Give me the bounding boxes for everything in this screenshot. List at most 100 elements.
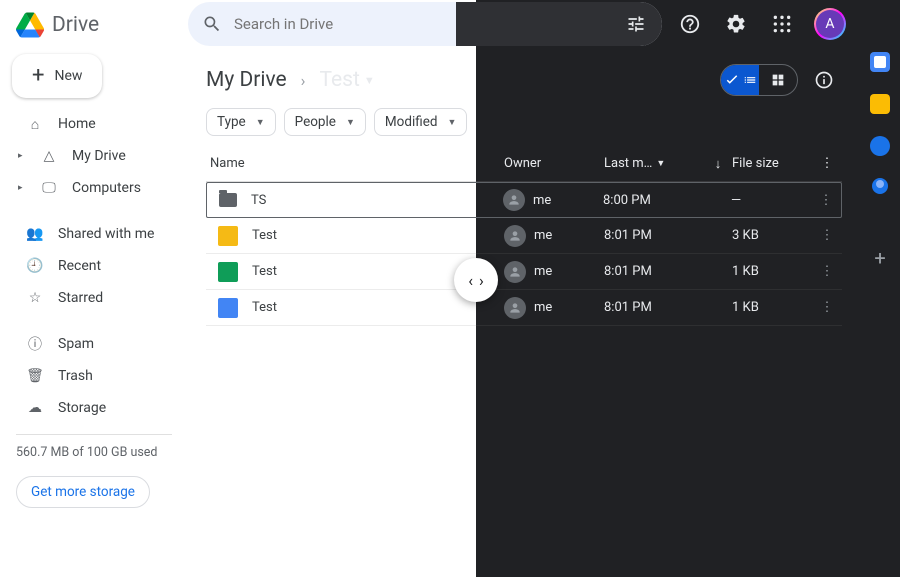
row-more-icon[interactable]: ⋮	[811, 193, 841, 208]
file-name: Test	[252, 228, 277, 243]
caret-down-icon: ▼	[364, 74, 375, 87]
chip-modified[interactable]: Modified▼	[374, 108, 468, 136]
settings-icon[interactable]	[718, 6, 754, 42]
drive-logo[interactable]: Drive	[0, 8, 188, 50]
owner-avatar	[503, 189, 525, 211]
chip-people[interactable]: People▼	[284, 108, 366, 136]
new-button-label: New	[54, 68, 82, 84]
filter-chips: Type▼ People▼ Modified▼	[206, 108, 842, 136]
col-modified[interactable]: Last m…▼	[604, 156, 704, 171]
table-row[interactable]: Testme8:01 PM1 KB⋮	[206, 290, 842, 326]
add-addon-icon[interactable]: +	[874, 246, 885, 270]
chevron-left-icon: ‹	[468, 271, 473, 290]
table-row[interactable]: Test me 8:01 PM3 KB⋮	[206, 218, 842, 254]
chip-type[interactable]: Type▼	[206, 108, 276, 136]
nav-recent[interactable]: 🕘Recent	[0, 250, 188, 282]
docs-icon	[218, 298, 238, 318]
file-name: Test	[252, 300, 277, 315]
nav-computers[interactable]: ▸🖵Computers	[0, 172, 188, 204]
caret-down-icon: ▼	[256, 117, 265, 128]
recent-icon: 🕘	[26, 258, 44, 274]
slides-icon	[218, 226, 238, 246]
expand-icon[interactable]: ▸	[18, 183, 26, 193]
table-row[interactable]: TS me 8:00 PM—⋮	[206, 182, 842, 218]
topbar: A	[188, 0, 860, 48]
owner-avatar	[504, 261, 526, 283]
owner-name: me	[533, 193, 551, 208]
modified-time: 8:01 PM	[604, 228, 732, 243]
nav-storage[interactable]: ☁Storage	[0, 392, 188, 424]
breadcrumb-current[interactable]: Test ▼	[319, 68, 374, 92]
calendar-app-icon[interactable]	[870, 52, 890, 72]
col-more-icon[interactable]: ⋮	[812, 156, 842, 171]
divider	[16, 434, 172, 435]
shared-icon: 👥	[26, 226, 44, 242]
expand-icon[interactable]: ▸	[18, 151, 26, 161]
chevron-right-icon: ›	[301, 71, 306, 90]
file-size: 1 KB	[732, 264, 812, 279]
col-size[interactable]: File size	[732, 156, 812, 171]
file-name: TS	[251, 193, 266, 208]
owner-avatar	[504, 225, 526, 247]
view-controls	[720, 62, 842, 98]
file-size: 3 KB	[732, 228, 812, 243]
info-icon[interactable]	[806, 62, 842, 98]
file-name: Test	[252, 264, 277, 279]
list-view-button[interactable]	[721, 65, 759, 95]
table-row[interactable]: Test me 8:01 PM1 KB⋮	[206, 254, 842, 290]
col-name[interactable]: Name	[206, 156, 504, 171]
owner-name: me	[534, 300, 552, 315]
sheets-icon	[218, 262, 238, 282]
col-owner[interactable]: Owner	[504, 156, 604, 171]
plus-icon: +	[32, 69, 44, 83]
nav-starred[interactable]: ☆Starred	[0, 282, 188, 314]
search-options-icon[interactable]	[626, 14, 646, 34]
breadcrumb-root[interactable]: My Drive	[206, 68, 287, 92]
theme-slider-handle[interactable]: ‹ ›	[454, 258, 498, 302]
nav-shared[interactable]: 👥Shared with me	[0, 218, 188, 250]
keep-app-icon[interactable]	[870, 94, 890, 114]
owner-avatar	[504, 297, 526, 319]
storage-usage: 560.7 MB of 100 GB used	[0, 441, 188, 464]
main: A My Drive › Test ▼ Type▼ People▼ Modifi…	[188, 0, 860, 577]
owner-name: me	[534, 264, 552, 279]
tasks-app-icon[interactable]	[870, 136, 890, 156]
sort-direction-icon[interactable]: ↓	[704, 156, 732, 172]
sidebar: Drive + New ⌂Home ▸△My Drive ▸🖵Computers…	[0, 0, 188, 577]
table-header: Name Owner Last m…▼ ↓ File size ⋮	[206, 146, 842, 182]
app-name: Drive	[52, 13, 99, 37]
caret-down-icon: ▼	[448, 117, 457, 128]
top-icons: A	[672, 6, 860, 42]
row-more-icon[interactable]: ⋮	[812, 264, 842, 279]
help-icon[interactable]	[672, 6, 708, 42]
content: My Drive › Test ▼ Type▼ People▼ Modified…	[188, 48, 860, 326]
apps-icon[interactable]	[764, 6, 800, 42]
nav-trash[interactable]: 🗑Trash	[0, 360, 188, 392]
drive-logo-icon	[16, 12, 44, 38]
grid-view-button[interactable]	[759, 65, 797, 95]
view-toggle	[720, 64, 798, 96]
nav-my-drive[interactable]: ▸△My Drive	[0, 140, 188, 172]
search-bar[interactable]	[188, 2, 662, 46]
owner-name: me	[534, 228, 552, 243]
new-button[interactable]: + New	[12, 54, 102, 98]
file-size: —	[731, 193, 811, 208]
account-avatar[interactable]: A	[814, 8, 846, 40]
row-more-icon[interactable]: ⋮	[812, 228, 842, 243]
drive-icon: △	[40, 148, 58, 164]
contacts-app-icon[interactable]	[872, 178, 888, 194]
nav-home[interactable]: ⌂Home	[0, 108, 188, 140]
get-more-storage-button[interactable]: Get more storage	[16, 476, 150, 508]
folder-icon	[219, 193, 237, 207]
trash-icon: 🗑	[26, 368, 44, 384]
spam-icon: ⓘ	[26, 334, 44, 354]
modified-time: 8:01 PM	[604, 264, 732, 279]
search-icon	[202, 14, 222, 34]
row-more-icon[interactable]: ⋮	[812, 300, 842, 315]
star-icon: ☆	[26, 290, 44, 306]
modified-time: 8:00 PM	[603, 193, 731, 208]
file-size: 1 KB	[732, 300, 812, 315]
caret-down-icon: ▼	[346, 117, 355, 128]
nav-spam[interactable]: ⓘSpam	[0, 328, 188, 360]
side-panel: +	[860, 0, 900, 577]
